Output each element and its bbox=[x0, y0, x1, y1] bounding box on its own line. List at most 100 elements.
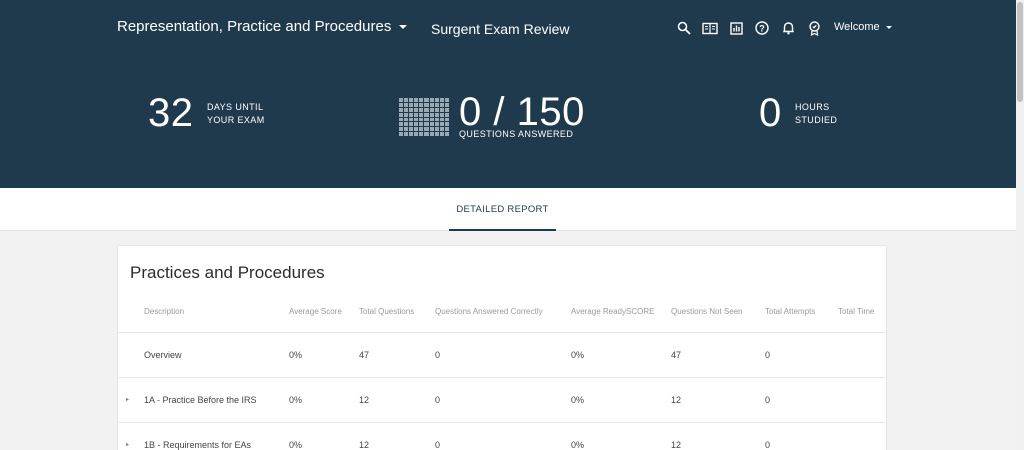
grid-cell bbox=[424, 127, 429, 132]
table-cell: 12 bbox=[359, 395, 370, 405]
grid-cell bbox=[429, 102, 434, 107]
grid-cell bbox=[414, 107, 419, 112]
table-cell: 0 bbox=[765, 440, 771, 450]
grid-cell bbox=[404, 112, 409, 117]
grid-cell bbox=[424, 117, 429, 122]
grid-cell bbox=[439, 102, 444, 107]
table-cell: 0% bbox=[571, 440, 585, 450]
grid-cell bbox=[399, 102, 404, 107]
table-cell: 1B - Requirements for EAs bbox=[144, 440, 252, 450]
grid-cell bbox=[444, 98, 449, 102]
grid-cell bbox=[419, 127, 424, 132]
grid-cell bbox=[444, 132, 449, 136]
table-cell: 0% bbox=[289, 440, 303, 450]
grid-cell bbox=[429, 117, 434, 122]
grid-cell bbox=[409, 107, 414, 112]
table-cell: 0 bbox=[765, 395, 771, 405]
grid-cell bbox=[439, 122, 444, 127]
scrollbar-thumb[interactable] bbox=[1017, 2, 1023, 102]
grid-cell bbox=[429, 107, 434, 112]
chevron-down-icon bbox=[399, 24, 408, 29]
grid-cell bbox=[399, 117, 404, 122]
help-icon[interactable]: ? bbox=[754, 20, 770, 36]
book-icon[interactable] bbox=[702, 20, 718, 36]
table-cell: 12 bbox=[671, 395, 682, 405]
column-header[interactable]: Description bbox=[144, 302, 184, 322]
table-cell: 0% bbox=[289, 395, 303, 405]
grid-cell bbox=[409, 102, 414, 107]
grid-cell bbox=[414, 112, 419, 117]
badge-icon[interactable] bbox=[806, 20, 822, 36]
grid-cell bbox=[429, 127, 434, 132]
report-card: Practices and Procedures Description Ave… bbox=[117, 245, 887, 450]
table-row[interactable]: ▸ 1B - Requirements for EAs 0% 12 0 0% 1… bbox=[118, 423, 886, 450]
hours-studied-value: 0 bbox=[759, 91, 782, 135]
grid-cell bbox=[439, 127, 444, 132]
table-cell: 0 bbox=[435, 395, 441, 405]
grid-cell bbox=[444, 127, 449, 132]
grid-cell bbox=[444, 117, 449, 122]
report-tabs: DETAILED REPORT bbox=[0, 188, 1016, 231]
grid-cell bbox=[419, 117, 424, 122]
header-panel: Representation, Practice and Procedures … bbox=[0, 0, 1016, 188]
search-icon[interactable] bbox=[676, 20, 692, 36]
table-cell: 12 bbox=[671, 440, 682, 450]
course-selector-label: Representation, Practice and Procedures bbox=[117, 18, 392, 35]
table-cell: 1A - Practice Before the IRS bbox=[144, 395, 257, 405]
grid-cell bbox=[419, 102, 424, 107]
column-header[interactable]: Total Attempts bbox=[765, 302, 815, 322]
grid-cell bbox=[439, 132, 444, 136]
grid-cell bbox=[409, 117, 414, 122]
grid-cell bbox=[414, 98, 419, 102]
expand-row-icon[interactable]: ▸ bbox=[126, 423, 129, 450]
column-header[interactable]: Questions Answered Correctly bbox=[435, 302, 543, 322]
grid-cell bbox=[419, 98, 424, 102]
grid-cell bbox=[424, 112, 429, 117]
grid-cell bbox=[434, 127, 439, 132]
course-selector[interactable]: Representation, Practice and Procedures bbox=[117, 18, 408, 35]
column-header[interactable]: Total Time bbox=[838, 302, 874, 322]
column-header[interactable]: Average Score bbox=[289, 302, 342, 322]
chart-icon[interactable] bbox=[728, 20, 744, 36]
grid-cell bbox=[444, 122, 449, 127]
welcome-label: Welcome bbox=[834, 21, 880, 33]
grid-cell bbox=[399, 127, 404, 132]
user-menu[interactable]: Welcome bbox=[834, 21, 892, 33]
table-cell: 0 bbox=[435, 350, 441, 360]
days-label-line2: YOUR EXAM bbox=[207, 115, 265, 125]
table-row[interactable]: ▸ 1A - Practice Before the IRS 0% 12 0 0… bbox=[118, 378, 886, 423]
grid-cell bbox=[434, 98, 439, 102]
grid-cell bbox=[409, 112, 414, 117]
hours-studied-label: HOURS STUDIED bbox=[795, 101, 837, 127]
column-header[interactable]: Average ReadySCORE bbox=[571, 302, 654, 322]
questions-grid-icon bbox=[399, 98, 449, 136]
table-row: Overview 0% 47 0 0% 47 0 bbox=[118, 333, 886, 378]
grid-cell bbox=[439, 117, 444, 122]
column-header[interactable]: Questions Not Seen bbox=[671, 302, 743, 322]
grid-cell bbox=[399, 112, 404, 117]
grid-cell bbox=[434, 117, 439, 122]
svg-text:?: ? bbox=[759, 24, 765, 34]
grid-cell bbox=[434, 132, 439, 136]
column-header[interactable]: Total Questions bbox=[359, 302, 414, 322]
grid-cell bbox=[439, 98, 444, 102]
tab-detailed-report[interactable]: DETAILED REPORT bbox=[449, 188, 556, 231]
top-nav: Representation, Practice and Procedures … bbox=[0, 0, 1016, 56]
grid-cell bbox=[414, 102, 419, 107]
bell-icon[interactable] bbox=[780, 20, 796, 36]
grid-cell bbox=[424, 132, 429, 136]
grid-cell bbox=[404, 98, 409, 102]
grid-cell bbox=[429, 122, 434, 127]
table-header: Description Average Score Total Question… bbox=[118, 302, 886, 333]
grid-cell bbox=[399, 107, 404, 112]
grid-cell bbox=[439, 107, 444, 112]
table-cell: 47 bbox=[671, 350, 682, 360]
expand-row-icon[interactable]: ▸ bbox=[126, 378, 129, 423]
days-until-exam-label: DAYS UNTIL YOUR EXAM bbox=[207, 101, 265, 127]
grid-cell bbox=[419, 112, 424, 117]
page: Representation, Practice and Procedures … bbox=[0, 0, 1024, 450]
grid-cell bbox=[434, 112, 439, 117]
grid-cell bbox=[424, 107, 429, 112]
grid-cell bbox=[409, 127, 414, 132]
page-scrollbar[interactable] bbox=[1016, 0, 1024, 450]
